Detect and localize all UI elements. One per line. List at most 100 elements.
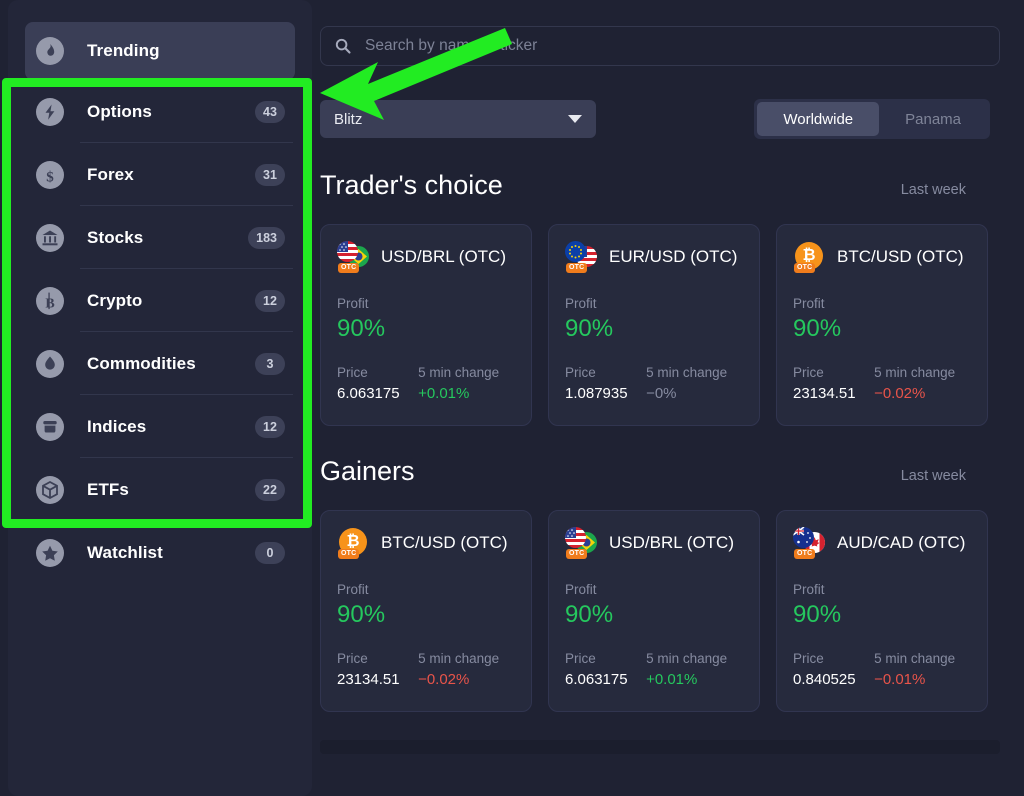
asset-card[interactable]: ₿ OTC BTC/USD (OTC) Profit 90% Price 23134.51 5… [776,224,988,426]
cube-icon [36,475,64,504]
price-value: 1.087935 [565,385,628,402]
droplet-icon [36,349,64,378]
mode-filter-value: Blitz [334,110,363,128]
price-value: 23134.51 [793,385,856,402]
bitcoin-icon: B [36,286,64,315]
sidebar-item-indices[interactable]: Indices 12 [25,395,295,458]
sidebar-nav-list: Trending Options 43 $ Forex 31 Stocks 183 B Crypt… [8,22,312,584]
price-block: Price 6.063175 [565,651,646,688]
section-title: Gainers [320,456,415,486]
sidebar-item-label: Forex [87,164,134,184]
otc-badge: OTC [566,549,588,559]
asset-card-footer: Price 23134.51 5 min change −0.02% [337,651,515,688]
change-label: 5 min change [646,651,728,666]
asset-card[interactable]: OTC EUR/USD (OTC) Profit 90% Price 1.087935 5 … [548,224,760,426]
otc-badge: OTC [794,263,816,273]
change-block: 5 min change −0.02% [874,365,971,402]
btc-usd-crypto-icon: ₿ OTC [793,241,825,273]
profit-label: Profit [337,296,369,311]
sidebar-item-badge: 22 [255,478,285,501]
sidebar-item-badge: 183 [248,226,285,249]
otc-badge: OTC [566,263,588,273]
sidebar-item-watchlist[interactable]: Watchlist 0 [25,521,295,584]
profit-label: Profit [793,296,825,311]
region-toggle: Worldwide Panama [754,99,990,139]
bottom-placeholder-strip [320,740,1000,754]
section-header: Gainers Last week [320,456,1000,487]
price-label: Price [337,651,368,666]
price-value: 6.063175 [565,671,628,688]
flag-au-icon [793,527,814,548]
profit-value: 90% [337,315,386,342]
sidebar-item-crypto[interactable]: B Crypto 12 [25,269,295,332]
sidebar-item-forex[interactable]: $ Forex 31 [25,143,295,206]
star-icon [36,538,64,567]
change-label: 5 min change [418,651,500,666]
asset-card-footer: Price 6.063175 5 min change +0.01% [565,651,743,688]
flag-us-icon [337,241,358,262]
sidebar-item-badge: 31 [255,163,285,186]
search-input[interactable] [365,37,985,55]
section-header: Trader's choice Last week [320,170,1000,201]
otc-badge: OTC [338,549,360,559]
profit-value: 90% [337,601,386,628]
asset-name: USD/BRL (OTC) [609,533,734,552]
sidebar-item-label: Stocks [87,227,144,247]
price-block: Price 23134.51 [793,365,874,402]
sidebar-item-etfs[interactable]: ETFs 22 [25,458,295,521]
asset-card-header: OTC EUR/USD (OTC) [565,241,743,273]
asset-card[interactable]: OTC AUD/CAD (OTC) Profit 90% Price 0.840525 5 … [776,510,988,712]
change-value: +0.01% [418,385,470,402]
asset-card[interactable]: ₿ OTC BTC/USD (OTC) Profit 90% Price 23134.51 5… [320,510,532,712]
section-traders-choice: Trader's choice Last week OTC USD/BRL (OTC)… [320,170,1000,426]
sidebar-item-label: Trending [87,41,160,60]
profit-label: Profit [337,582,369,597]
profit-value: 90% [793,315,842,342]
svg-text:B: B [45,296,54,311]
change-block: 5 min change −0.01% [874,651,971,688]
sidebar-item-label: Options [87,101,152,121]
change-value: −0.02% [418,671,470,688]
otc-badge: OTC [794,549,816,559]
profit-label: Profit [793,582,825,597]
sidebar-item-label: Indices [87,416,147,436]
svg-text:$: $ [46,169,54,185]
price-label: Price [337,365,368,380]
bank-icon [36,223,64,252]
profit-value: 90% [565,315,614,342]
asset-card[interactable]: OTC USD/BRL (OTC) Profit 90% Price 6.063175 5 … [548,510,760,712]
asset-card-footer: Price 23134.51 5 min change −0.02% [793,365,971,402]
sidebar-item-commodities[interactable]: Commodities 3 [25,332,295,395]
usd-brl-flag-icon: OTC [565,527,597,559]
section-subtitle: Last week [900,468,966,484]
change-value: +0.01% [646,671,698,688]
price-value: 6.063175 [337,385,400,402]
search-bar[interactable] [320,26,1000,66]
price-block: Price 6.063175 [337,365,418,402]
asset-name: EUR/USD (OTC) [609,247,738,266]
price-block: Price 23134.51 [337,651,418,688]
sidebar-item-badge: 3 [255,352,285,375]
sidebar-item-trending[interactable]: Trending [25,22,295,80]
dollar-icon: $ [36,160,64,189]
region-toggle-panama[interactable]: Panama [879,102,987,136]
chevron-down-icon [568,115,582,123]
asset-card-header: OTC AUD/CAD (OTC) [793,527,971,559]
asset-name: AUD/CAD (OTC) [837,533,966,552]
sidebar-item-label: Commodities [87,353,196,373]
price-block: Price 0.840525 [793,651,874,688]
eur-usd-flag-icon: OTC [565,241,597,273]
region-toggle-worldwide[interactable]: Worldwide [757,102,880,136]
asset-card[interactable]: OTC USD/BRL (OTC) Profit 90% Price 6.063175 5 … [320,224,532,426]
sidebar-item-stocks[interactable]: Stocks 183 [25,206,295,269]
mode-filter-dropdown[interactable]: Blitz [320,100,596,138]
price-value: 23134.51 [337,671,400,688]
change-label: 5 min change [418,365,500,380]
price-value: 0.840525 [793,671,856,688]
price-label: Price [793,365,824,380]
app-root: Trending Options 43 $ Forex 31 Stocks 183 B Crypt… [0,0,1024,796]
sidebar-item-options[interactable]: Options 43 [25,80,295,143]
btc-usd-crypto-icon: ₿ OTC [337,527,369,559]
main-content: Blitz WorldwidePanama Trader's choice Las… [320,0,1024,796]
asset-card-header: ₿ OTC BTC/USD (OTC) [793,241,971,273]
